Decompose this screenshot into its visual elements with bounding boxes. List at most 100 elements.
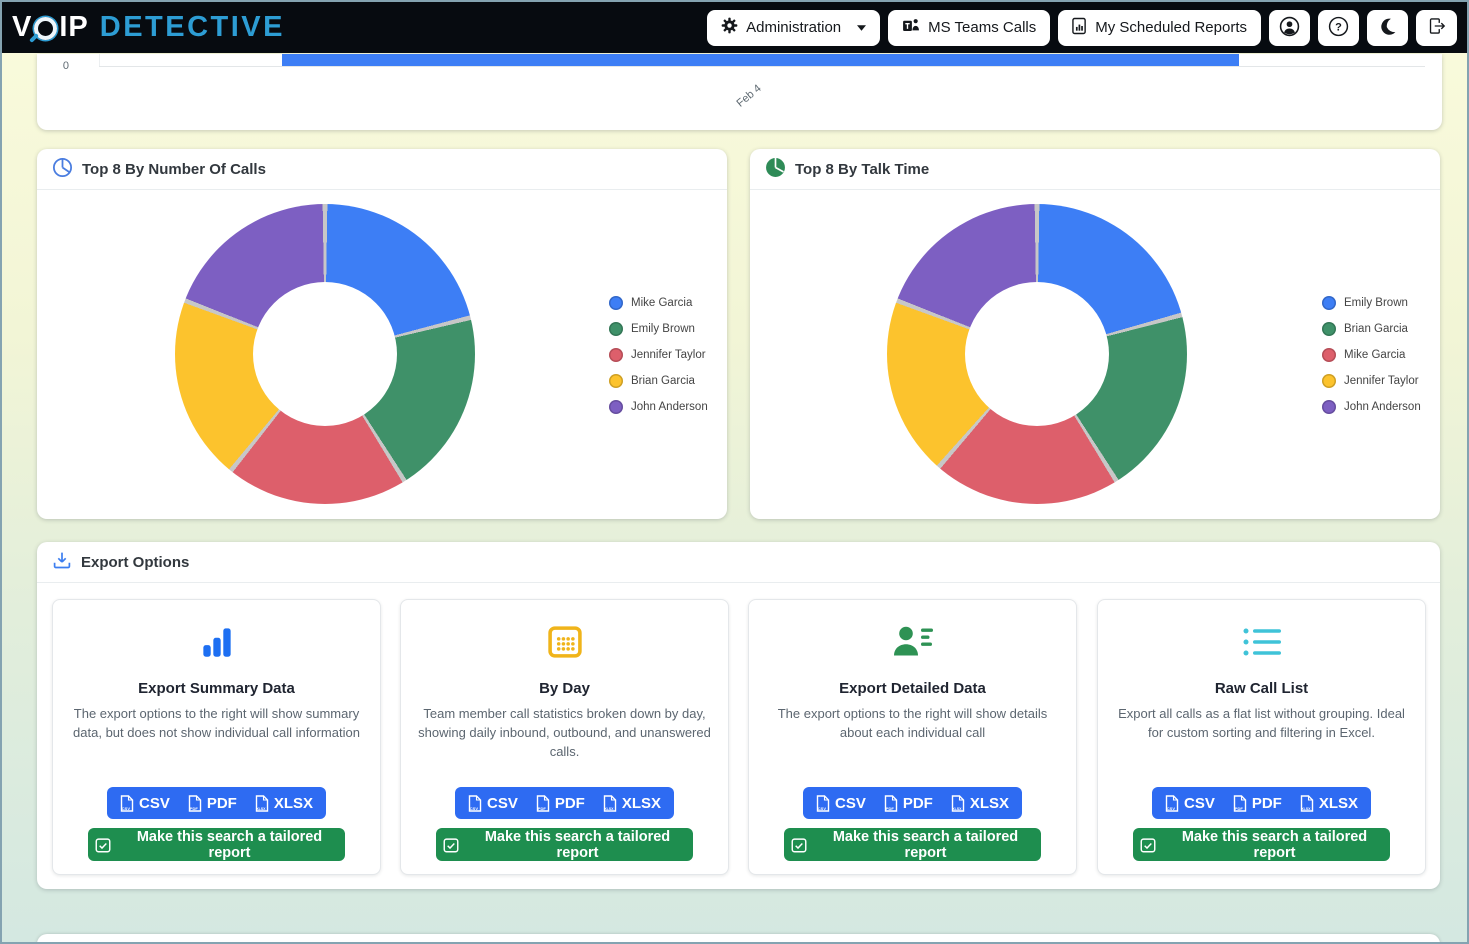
export-options-section: Export Options Export Summary Data The e… xyxy=(37,542,1440,889)
dark-mode-button[interactable] xyxy=(1367,10,1408,46)
bullet-list-icon xyxy=(1098,620,1425,664)
svg-text:XLSX: XLSX xyxy=(604,807,614,811)
export-summary-description: The export options to the right will sho… xyxy=(67,704,366,742)
talktime-donut-chart[interactable] xyxy=(887,204,1187,504)
format-button-group: CSV CSV PDF PDF XLSX XLSX xyxy=(1152,787,1371,819)
raw-call-list-title: Raw Call List xyxy=(1108,680,1415,697)
legend-swatch xyxy=(609,374,623,388)
pdf-button[interactable]: PDF PDF xyxy=(188,795,237,812)
xlsx-label: XLSX xyxy=(970,795,1009,812)
legend-label: Jennifer Taylor xyxy=(1344,375,1419,387)
person-details-icon xyxy=(749,620,1076,664)
by-day-description: Team member call statistics broken down … xyxy=(415,704,714,761)
export-detailed-card: Export Detailed Data The export options … xyxy=(748,599,1077,875)
legend-item[interactable]: John Anderson xyxy=(609,394,708,420)
format-button-group: CSV CSV PDF PDF XLSX XLSX xyxy=(803,787,1022,819)
svg-text:PDF: PDF xyxy=(190,806,199,811)
dark-mode-moon-icon xyxy=(1379,17,1397,38)
nav-buttons: Administration MS Teams Calls My Schedul… xyxy=(707,10,1457,46)
daily-bar[interactable] xyxy=(282,54,1239,66)
chevron-down-icon xyxy=(857,25,866,31)
legend-swatch xyxy=(1322,322,1336,336)
xlsx-label: XLSX xyxy=(1319,795,1358,812)
legend-label: Mike Garcia xyxy=(1344,349,1405,361)
legend-item[interactable]: Jennifer Taylor xyxy=(1322,368,1421,394)
legend-item[interactable]: Emily Brown xyxy=(609,316,708,342)
ms-teams-icon xyxy=(902,17,920,39)
calls-legend: Mike Garcia Emily Brown Jennifer Taylor … xyxy=(609,290,708,420)
legend-item[interactable]: Emily Brown xyxy=(1322,290,1421,316)
pdf-button[interactable]: PDF PDF xyxy=(1233,795,1282,812)
svg-text:CSV: CSV xyxy=(818,806,827,811)
next-section-card xyxy=(37,934,1440,944)
ms-teams-calls-button[interactable]: MS Teams Calls xyxy=(888,10,1050,46)
administration-dropdown-button[interactable]: Administration xyxy=(707,10,880,46)
xlsx-button[interactable]: XLSX XLSX xyxy=(603,795,661,812)
help-button[interactable]: ? xyxy=(1318,10,1359,46)
format-button-group: CSV CSV PDF PDF XLSX XLSX xyxy=(107,787,326,819)
legend-item[interactable]: Brian Garcia xyxy=(1322,316,1421,342)
legend-swatch xyxy=(609,322,623,336)
logout-button[interactable] xyxy=(1416,10,1457,46)
calls-donut-chart[interactable] xyxy=(175,204,475,504)
export-detailed-description: The export options to the right will sho… xyxy=(763,704,1062,742)
xlsx-button[interactable]: XLSX XLSX xyxy=(1300,795,1358,812)
legend-item[interactable]: Mike Garcia xyxy=(609,290,708,316)
tailored-report-label: Make this search a tailored report xyxy=(816,829,1035,861)
export-summary-card: Export Summary Data The export options t… xyxy=(52,599,381,875)
calendar-icon xyxy=(401,620,728,664)
legend-swatch xyxy=(1322,400,1336,414)
tailored-report-button[interactable]: Make this search a tailored report xyxy=(88,828,345,861)
export-options-header: Export Options xyxy=(37,542,1440,583)
format-button-group: CSV CSV PDF PDF XLSX XLSX xyxy=(455,787,674,819)
legend-label: Mike Garcia xyxy=(631,297,692,309)
pdf-button[interactable]: PDF PDF xyxy=(536,795,585,812)
tailored-report-label: Make this search a tailored report xyxy=(468,829,687,861)
legend-swatch xyxy=(1322,348,1336,362)
calendar-check-icon xyxy=(94,836,112,854)
xlsx-button[interactable]: XLSX XLSX xyxy=(255,795,313,812)
pdf-label: PDF xyxy=(903,795,933,812)
pdf-button[interactable]: PDF PDF xyxy=(884,795,933,812)
legend-item[interactable]: Jennifer Taylor xyxy=(609,342,708,368)
top8-calls-title: Top 8 By Number Of Calls xyxy=(82,161,266,178)
top-nav: V IP DETECTIVE Administration MS Teams C… xyxy=(2,2,1467,53)
svg-text:PDF: PDF xyxy=(886,806,895,811)
legend-item[interactable]: John Anderson xyxy=(1322,394,1421,420)
magnifier-icon xyxy=(34,17,57,40)
account-button[interactable] xyxy=(1269,10,1310,46)
export-options-title: Export Options xyxy=(81,554,189,571)
calendar-check-icon xyxy=(442,836,460,854)
svg-text:PDF: PDF xyxy=(1235,806,1244,811)
brand-suffix: IP xyxy=(59,11,88,44)
csv-label: CSV xyxy=(835,795,866,812)
calendar-check-icon xyxy=(1139,836,1157,854)
csv-button[interactable]: CSV CSV xyxy=(816,795,866,812)
legend-item[interactable]: Mike Garcia xyxy=(1322,342,1421,368)
raw-call-list-description: Export all calls as a flat list without … xyxy=(1112,704,1411,742)
csv-button[interactable]: CSV CSV xyxy=(468,795,518,812)
my-scheduled-reports-label: My Scheduled Reports xyxy=(1095,19,1247,36)
y-axis-line xyxy=(99,54,100,66)
csv-label: CSV xyxy=(139,795,170,812)
svg-text:CSV: CSV xyxy=(1167,806,1176,811)
svg-text:XLSX: XLSX xyxy=(1301,807,1311,811)
help-icon: ? xyxy=(1328,16,1349,40)
csv-button[interactable]: CSV CSV xyxy=(120,795,170,812)
pie-chart-outline-icon xyxy=(52,157,73,182)
report-document-icon xyxy=(1072,17,1087,39)
legend-swatch xyxy=(609,296,623,310)
svg-text:XLSX: XLSX xyxy=(256,807,266,811)
csv-label: CSV xyxy=(1184,795,1215,812)
top8-talktime-panel: Top 8 By Talk Time Emily Brown Brian Gar… xyxy=(750,149,1440,519)
tailored-report-button[interactable]: Make this search a tailored report xyxy=(1133,828,1390,861)
legend-item[interactable]: Brian Garcia xyxy=(609,368,708,394)
tailored-report-button[interactable]: Make this search a tailored report xyxy=(436,828,693,861)
my-scheduled-reports-button[interactable]: My Scheduled Reports xyxy=(1058,10,1261,46)
tailored-report-button[interactable]: Make this search a tailored report xyxy=(784,828,1041,861)
csv-button[interactable]: CSV CSV xyxy=(1165,795,1215,812)
brand-logo: V IP DETECTIVE xyxy=(12,11,285,44)
x-axis-label: Feb 4 xyxy=(734,82,763,109)
xlsx-button[interactable]: XLSX XLSX xyxy=(951,795,1009,812)
legend-swatch xyxy=(1322,374,1336,388)
